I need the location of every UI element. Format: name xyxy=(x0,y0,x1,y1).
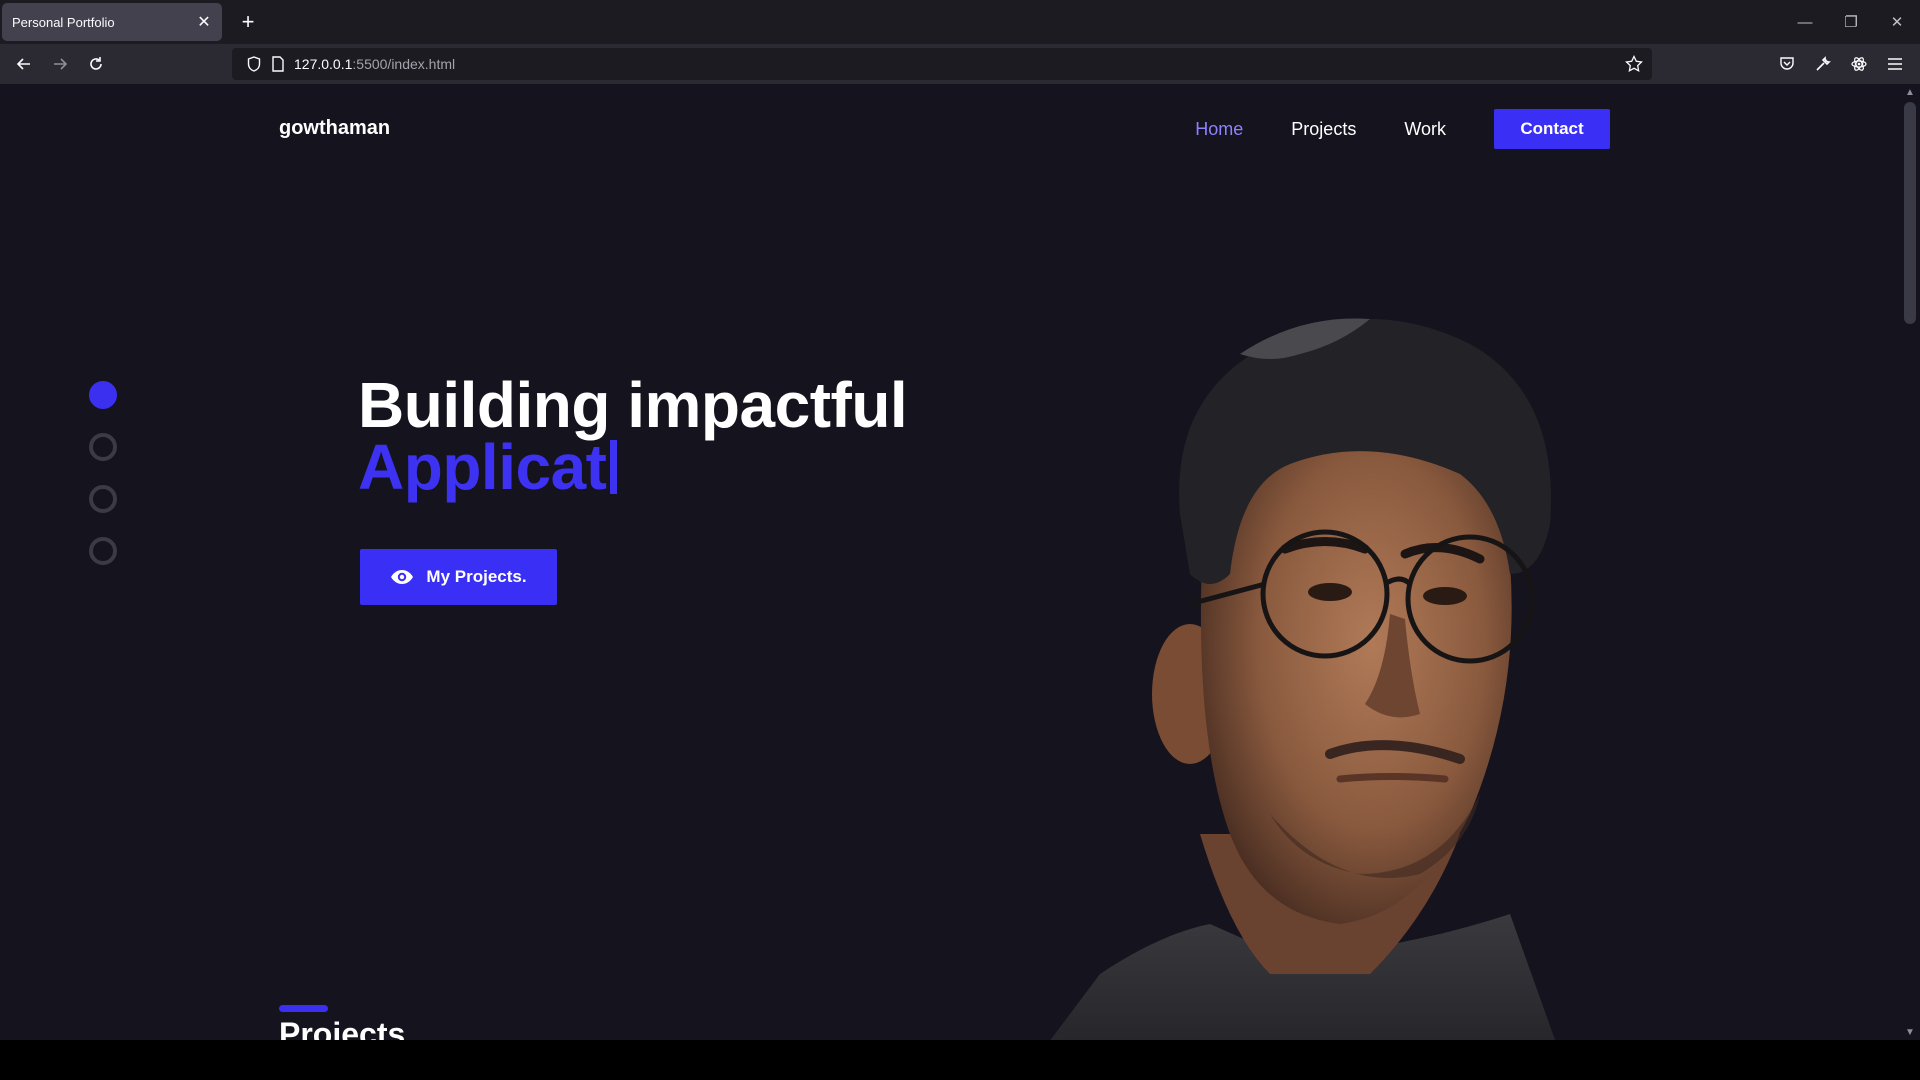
contact-button[interactable]: Contact xyxy=(1494,109,1610,149)
my-projects-button[interactable]: My Projects. xyxy=(360,549,557,605)
url-bar[interactable]: 127.0.0.1:5500/index.html xyxy=(232,48,1652,80)
close-window-icon[interactable]: ✕ xyxy=(1874,0,1920,44)
back-icon[interactable] xyxy=(10,50,38,78)
section-accent-bar xyxy=(279,1005,328,1012)
page-icon[interactable] xyxy=(268,54,288,74)
extension-atom-icon[interactable] xyxy=(1845,50,1873,78)
browser-tab-bar: Personal Portfolio ✕ + — ❐ ✕ xyxy=(0,0,1920,44)
menu-icon[interactable] xyxy=(1881,50,1909,78)
section-title: Projects xyxy=(279,1016,406,1040)
slider-dots xyxy=(89,381,117,589)
taskbar-strip xyxy=(0,1040,1920,1080)
scroll-thumb[interactable] xyxy=(1904,102,1916,324)
my-projects-label: My Projects. xyxy=(426,567,527,586)
bookmark-star-icon[interactable] xyxy=(1624,54,1644,74)
slider-dot-3[interactable] xyxy=(89,485,117,513)
typed-text: Applicat xyxy=(358,431,607,503)
scroll-down-icon[interactable]: ▼ xyxy=(1900,1024,1920,1040)
slider-dot-1[interactable] xyxy=(89,381,117,409)
slider-dot-4[interactable] xyxy=(89,537,117,565)
hero-headline: Building impactful Applicat xyxy=(358,369,908,503)
url-text[interactable]: 127.0.0.1:5500/index.html xyxy=(294,56,455,72)
portrait-image xyxy=(1050,318,1555,1040)
slider-dot-2[interactable] xyxy=(89,433,117,461)
eye-icon xyxy=(391,570,414,584)
nav-work[interactable]: Work xyxy=(1404,119,1446,140)
headline-line-2: Applicat xyxy=(358,431,907,503)
tab-title: Personal Portfolio xyxy=(12,14,115,30)
wrench-icon[interactable] xyxy=(1809,50,1837,78)
new-tab-icon[interactable]: + xyxy=(234,8,262,36)
restore-icon[interactable]: ❐ xyxy=(1828,0,1874,44)
headline-line-1: Building impactful xyxy=(358,369,908,441)
pocket-icon[interactable] xyxy=(1773,50,1801,78)
close-tab-icon[interactable]: ✕ xyxy=(196,12,212,32)
forward-icon[interactable] xyxy=(46,50,74,78)
site-navigation: Home Projects Work Contact xyxy=(1147,109,1610,149)
nav-home[interactable]: Home xyxy=(1195,119,1243,140)
shield-icon[interactable] xyxy=(244,54,264,74)
browser-tab[interactable]: Personal Portfolio ✕ xyxy=(2,3,222,41)
nav-projects[interactable]: Projects xyxy=(1291,119,1356,140)
site-logo[interactable]: gowthaman xyxy=(279,117,390,140)
typing-caret xyxy=(610,440,618,494)
page-scrollbar[interactable]: ▲ ▼ xyxy=(1900,84,1920,1040)
window-controls: — ❐ ✕ xyxy=(1782,0,1920,44)
reload-icon[interactable] xyxy=(82,50,110,78)
minimize-icon[interactable]: — xyxy=(1782,0,1828,44)
scroll-up-icon[interactable]: ▲ xyxy=(1900,84,1920,100)
browser-navigation-bar: 127.0.0.1:5500/index.html xyxy=(0,44,1920,84)
page-viewport: gowthaman Home Projects Work Contact Bui… xyxy=(0,84,1900,1040)
